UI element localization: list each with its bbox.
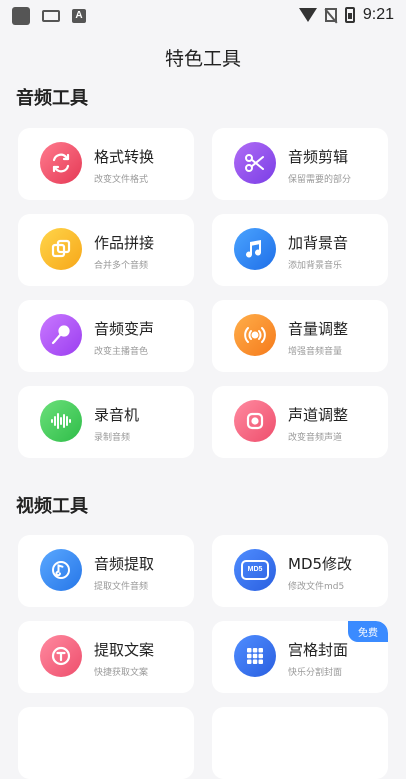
tool-audio-extract[interactable]: 音频提取 提取文件音频 (18, 535, 194, 607)
tool-channel[interactable]: 声道调整 改变音频声道 (212, 386, 388, 458)
tool-desc: 添加背景音乐 (288, 261, 343, 271)
tool-voice-change[interactable]: 音频变声 改变主播音色 (18, 300, 194, 372)
tool-recorder[interactable]: 录音机 录制音频 (18, 386, 194, 458)
grid-icon (234, 635, 276, 677)
a-icon: A (72, 9, 86, 23)
notification-icon (12, 7, 30, 25)
free-badge: 免费 (348, 621, 388, 642)
swap-icon (40, 142, 82, 184)
waveform-icon (40, 400, 82, 442)
tool-desc: 快捷获取文案 (94, 668, 149, 678)
md5-icon: MD5 (234, 549, 276, 591)
no-sim-icon (324, 8, 337, 22)
tool-merge[interactable]: 作品拼接 合并多个音频 (18, 214, 194, 286)
music-note-icon (234, 228, 276, 270)
tool-partial-card[interactable] (18, 707, 194, 779)
tool-name: 作品拼接 (94, 234, 155, 252)
tool-name: 音量调整 (288, 320, 349, 338)
tool-desc: 改变音频声道 (288, 433, 343, 443)
tool-name: MD5修改 (288, 555, 353, 573)
tool-desc: 改变文件格式 (94, 175, 149, 185)
extract-note-icon (40, 549, 82, 591)
status-time: 9:21 (362, 6, 394, 23)
md5-label: MD5 (241, 560, 269, 580)
tool-name: 声道调整 (288, 406, 349, 424)
tool-desc: 修改文件md5 (288, 582, 345, 592)
keyboard-icon (42, 10, 60, 22)
wifi-icon (298, 8, 317, 22)
tool-desc: 增强音频音量 (288, 347, 343, 357)
tool-desc: 录制音频 (94, 433, 131, 443)
tool-format-convert[interactable]: 格式转换 改变文件格式 (18, 128, 194, 200)
status-bar: A 9:21 (0, 0, 406, 32)
tool-volume[interactable]: 音量调整 增强音频音量 (212, 300, 388, 372)
tool-grid-cover[interactable]: 宫格封面 快乐分割封面 免费 (212, 621, 388, 693)
tool-text-extract[interactable]: 提取文案 快捷获取文案 (18, 621, 194, 693)
tool-desc: 保留需要的部分 (288, 175, 352, 185)
volume-waves-icon (234, 314, 276, 356)
tool-desc: 改变主播音色 (94, 347, 149, 357)
tool-name: 音频剪辑 (288, 148, 349, 166)
battery-icon (344, 7, 355, 23)
tool-name: 提取文案 (94, 641, 155, 659)
microphone-icon (40, 314, 82, 356)
page-title: 特色工具 (164, 48, 241, 70)
tool-name: 音频变声 (94, 320, 155, 338)
tool-desc: 合并多个音频 (94, 261, 149, 271)
tool-name: 宫格封面 (288, 641, 349, 659)
tool-md5[interactable]: MD5 MD5修改 修改文件md5 (212, 535, 388, 607)
tool-audio-cut[interactable]: 音频剪辑 保留需要的部分 (212, 128, 388, 200)
tool-desc: 提取文件音频 (94, 582, 149, 592)
record-icon (234, 400, 276, 442)
section-video-title: 视频工具 (16, 496, 88, 517)
merge-icon (40, 228, 82, 270)
scissors-icon (234, 142, 276, 184)
tool-name: 格式转换 (94, 148, 155, 166)
tool-name: 加背景音 (288, 234, 349, 252)
tool-partial-card[interactable] (212, 707, 388, 779)
section-audio-title: 音频工具 (16, 88, 88, 109)
tool-desc: 快乐分割封面 (288, 668, 343, 678)
tool-add-bgm[interactable]: 加背景音 添加背景音乐 (212, 214, 388, 286)
text-extract-icon (40, 635, 82, 677)
tool-name: 录音机 (94, 406, 140, 424)
tool-name: 音频提取 (94, 555, 155, 573)
